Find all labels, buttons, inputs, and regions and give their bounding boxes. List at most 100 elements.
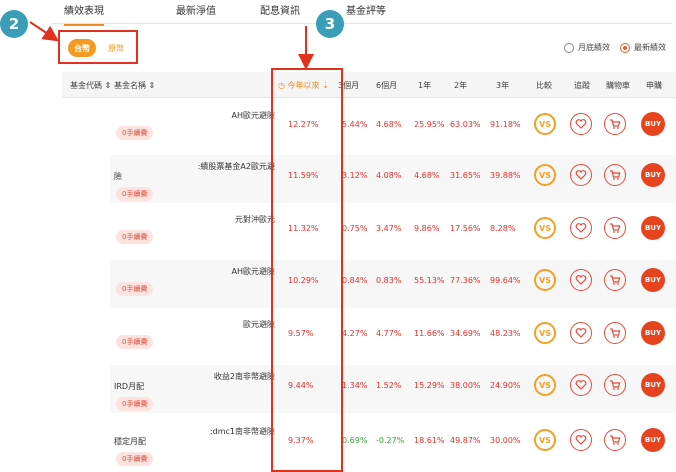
return-2y: 63.03% [450, 120, 481, 129]
header-code[interactable]: 基金代碼 ⇕ [70, 80, 111, 91]
compare-vs-button[interactable]: VS [534, 217, 556, 239]
return-2y: 34.69% [450, 329, 481, 338]
buy-button[interactable]: BUY [641, 163, 665, 187]
track-heart-icon[interactable] [570, 113, 592, 135]
zero-fee-badge: 0手續費 [116, 230, 154, 244]
return-1y: 55.13% [414, 276, 445, 285]
track-heart-icon[interactable] [570, 374, 592, 396]
table-header: 基金代碼 ⇕ 基金名稱 ⇕ ◷ 今年以來 ⇣ 3個月 6個月 1年 2年 3年 … [62, 72, 676, 98]
return-2y: 31.65% [450, 171, 481, 180]
return-3y: 30.00% [490, 436, 521, 445]
buy-button[interactable]: BUY [641, 268, 665, 292]
fund-name[interactable]: AH歐元避險 [232, 266, 276, 277]
buy-button[interactable]: BUY [641, 112, 665, 136]
arrow-to-currency [29, 21, 59, 42]
return-6m: 1.52% [376, 381, 402, 390]
cart-icon[interactable] [604, 429, 626, 451]
return-3m: 0.84% [342, 276, 368, 285]
return-6m: 4.08% [376, 171, 402, 180]
header-compare: 比較 [536, 81, 552, 90]
table-row: :dmc1南非幣避險 穩定月配 0手續費 9.37% 0.69% -0.27% … [110, 420, 676, 468]
table-row: 元對沖歐元 0手續費 11.32% 0.75% 3.47% 9.86% 17.5… [110, 208, 676, 256]
buy-button[interactable]: BUY [641, 373, 665, 397]
header-name[interactable]: 基金名稱 ⇕ [114, 80, 155, 91]
compare-vs-button[interactable]: VS [534, 113, 556, 135]
table-row: :績股票基金A2歐元避 險 0手續費 11.59% 3.12% 4.08% 4.… [110, 155, 676, 203]
return-3y: 8.28% [490, 224, 516, 233]
fund-name-suffix: IRD月配 [114, 382, 145, 391]
return-1y: 4.68% [414, 171, 440, 180]
return-3m: 0.69% [342, 436, 368, 445]
fund-name[interactable]: :dmc1南非幣避險 [210, 426, 275, 437]
return-6m: 3.47% [376, 224, 402, 233]
fund-name[interactable]: 收益2南非幣避險 [214, 371, 275, 382]
header-1y[interactable]: 1年 [418, 80, 431, 91]
compare-vs-button[interactable]: VS [534, 269, 556, 291]
header-3y[interactable]: 3年 [496, 80, 509, 91]
cart-icon[interactable] [604, 269, 626, 291]
cart-icon[interactable] [604, 113, 626, 135]
fund-name[interactable]: :績股票基金A2歐元避 [198, 161, 275, 172]
return-6m: -0.27% [376, 436, 405, 445]
header-track: 追蹤 [574, 81, 590, 90]
table-row: 歐元避險 0手續費 9.57% 4.27% 4.77% 11.66% 34.69… [110, 313, 676, 361]
return-6m: 0.83% [376, 276, 402, 285]
buy-button[interactable]: BUY [641, 321, 665, 345]
radio-circle-icon [564, 42, 574, 53]
buy-button[interactable]: BUY [641, 216, 665, 240]
radio-checked-icon [620, 42, 630, 53]
return-6m: 4.77% [376, 329, 402, 338]
header-2y[interactable]: 2年 [454, 80, 467, 91]
ytd-column-highlight [271, 68, 343, 472]
fund-name[interactable]: AH歐元避險 [232, 110, 276, 121]
return-1y: 18.61% [414, 436, 445, 445]
return-3m: 3.12% [342, 171, 368, 180]
return-3m: 1.34% [342, 381, 368, 390]
compare-vs-button[interactable]: VS [534, 164, 556, 186]
track-heart-icon[interactable] [570, 429, 592, 451]
track-heart-icon[interactable] [570, 164, 592, 186]
radio-latest-label: 最新績效 [634, 43, 666, 52]
return-3m: 0.75% [342, 224, 368, 233]
cart-icon[interactable] [604, 322, 626, 344]
buy-button[interactable]: BUY [641, 428, 665, 452]
zero-fee-badge: 0手續費 [116, 282, 154, 296]
cart-icon[interactable] [604, 374, 626, 396]
currency-original-button[interactable]: 原幣 [102, 39, 130, 57]
return-3y: 48.23% [490, 329, 521, 338]
return-2y: 77.36% [450, 276, 481, 285]
table-row: AH歐元避險 0手續費 12.27% 5.44% 4.68% 25.95% 63… [110, 104, 676, 152]
currency-toggle-highlight: 台幣 原幣 [58, 30, 138, 64]
table-row: AH歐元避險 0手續費 10.29% 0.84% 0.83% 55.13% 77… [110, 260, 676, 308]
compare-vs-button[interactable]: VS [534, 322, 556, 344]
zero-fee-badge: 0手續費 [116, 126, 154, 140]
return-3y: 24.90% [490, 381, 521, 390]
return-2y: 49.87% [450, 436, 481, 445]
table-row: 收益2南非幣避險 IRD月配 0手續費 9.44% 1.34% 1.52% 15… [110, 365, 676, 413]
compare-vs-button[interactable]: VS [534, 429, 556, 451]
return-1y: 25.95% [414, 120, 445, 129]
zero-fee-badge: 0手續費 [116, 452, 154, 466]
fund-name-suffix: 穩定月配 [114, 437, 146, 446]
header-6m[interactable]: 6個月 [376, 80, 397, 91]
return-1y: 15.29% [414, 381, 445, 390]
track-heart-icon[interactable] [570, 269, 592, 291]
zero-fee-badge: 0手續費 [116, 335, 154, 349]
compare-vs-button[interactable]: VS [534, 374, 556, 396]
radio-latest[interactable]: 最新績效 [620, 42, 666, 53]
radio-month-end[interactable]: 月底績效 [564, 42, 610, 53]
track-heart-icon[interactable] [570, 322, 592, 344]
zero-fee-badge: 0手續費 [116, 397, 154, 411]
fund-name[interactable]: 元對沖歐元 [235, 214, 275, 225]
currency-twd-button[interactable]: 台幣 [68, 39, 96, 57]
fund-name-suffix: 險 [114, 172, 122, 181]
cart-icon[interactable] [604, 217, 626, 239]
return-3y: 39.88% [490, 171, 521, 180]
return-3m: 4.27% [342, 329, 368, 338]
cart-icon[interactable] [604, 164, 626, 186]
return-6m: 4.68% [376, 120, 402, 129]
return-1y: 9.86% [414, 224, 440, 233]
track-heart-icon[interactable] [570, 217, 592, 239]
return-3y: 91.18% [490, 120, 521, 129]
radio-month-end-label: 月底績效 [578, 43, 610, 52]
